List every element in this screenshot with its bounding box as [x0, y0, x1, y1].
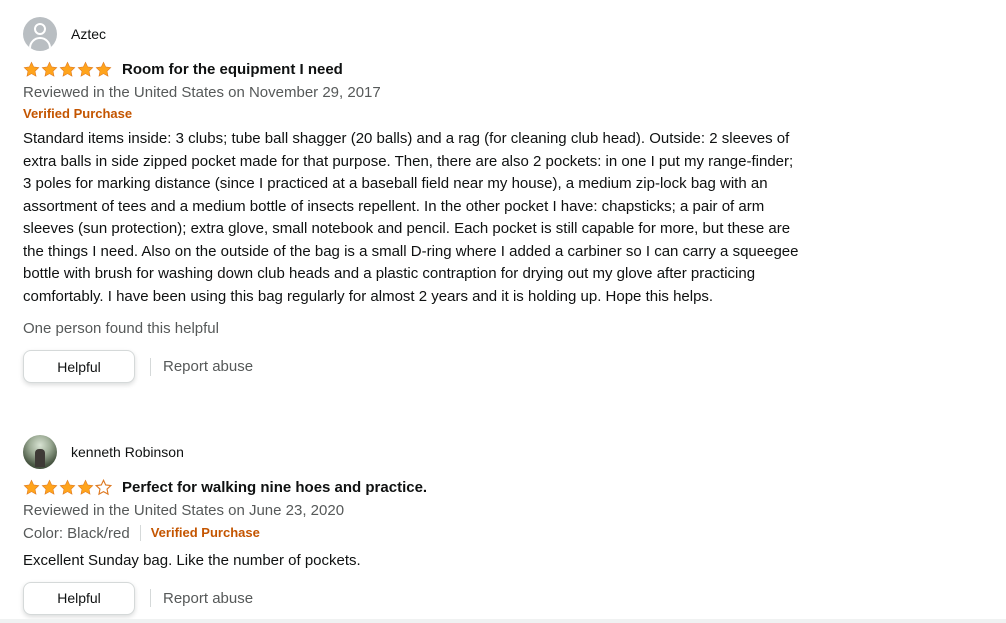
avatar-default-icon[interactable] [23, 17, 57, 51]
reviewer-profile[interactable]: Aztec [23, 16, 803, 52]
star-full-icon [59, 479, 76, 496]
star-full-icon [23, 479, 40, 496]
star-full-icon [41, 61, 58, 78]
star-rating[interactable] [23, 479, 112, 496]
star-full-icon [23, 61, 40, 78]
review-title[interactable]: Room for the equipment I need [122, 61, 343, 78]
bottom-divider [0, 619, 1006, 623]
divider [150, 357, 151, 376]
star-full-icon [77, 479, 94, 496]
review-title[interactable]: Perfect for walking nine hoes and practi… [122, 479, 427, 496]
helpful-count: One person found this helpful [23, 320, 219, 337]
review-date: Reviewed in the United States on June 23… [23, 502, 345, 519]
report-abuse-link[interactable]: Report abuse [163, 590, 253, 607]
review-1: Aztec Room for the equipment I need Revi… [23, 16, 803, 383]
divider [139, 525, 141, 541]
star-full-icon [95, 61, 112, 78]
star-full-icon [41, 479, 58, 496]
helpful-button[interactable]: Helpful [23, 581, 135, 615]
avatar-photo[interactable] [23, 435, 57, 469]
verified-purchase-badge[interactable]: Verified Purchase [151, 522, 260, 544]
star-full-icon [77, 61, 94, 78]
star-rating[interactable] [23, 61, 112, 78]
reviewer-name[interactable]: kenneth Robinson [71, 444, 184, 460]
divider [150, 589, 151, 607]
verified-purchase-badge[interactable]: Verified Purchase [23, 104, 803, 124]
report-abuse-link[interactable]: Report abuse [163, 358, 253, 375]
star-full-icon [59, 61, 76, 78]
review-body: Standard items inside: 3 clubs; tube bal… [23, 130, 799, 305]
reviewer-profile[interactable]: kenneth Robinson [23, 434, 803, 470]
star-empty-icon [95, 479, 112, 496]
review-date: Reviewed in the United States on Novembe… [23, 84, 381, 101]
review-2: kenneth Robinson Perfect for walking nin… [23, 434, 803, 615]
helpful-button[interactable]: Helpful [23, 350, 135, 383]
review-body: Excellent Sunday bag. Like the number of… [23, 552, 361, 569]
product-format[interactable]: Color: Black/red [23, 525, 130, 542]
reviewer-name[interactable]: Aztec [71, 26, 106, 42]
